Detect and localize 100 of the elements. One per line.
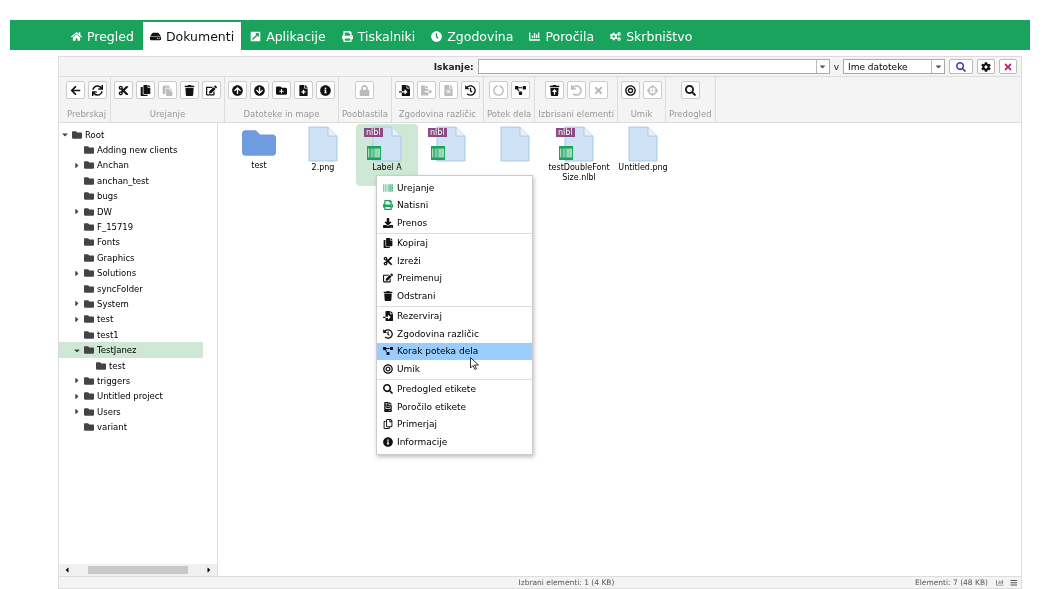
nav-tab[interactable]: Dokumenti (142, 22, 242, 50)
back-button[interactable] (66, 81, 85, 99)
file-item[interactable]: test (228, 124, 290, 186)
folder-icon (84, 329, 94, 340)
menu-item[interactable]: Izreži (377, 252, 532, 270)
search-button[interactable] (680, 81, 700, 99)
file-item[interactable]: 2.png (292, 124, 354, 186)
history-button[interactable] (460, 81, 480, 99)
close-button[interactable] (999, 59, 1017, 74)
tree-label: test (109, 360, 126, 371)
tree-item[interactable]: Users (59, 404, 203, 420)
tree-item[interactable]: Graphics (59, 250, 203, 266)
expand-arrow-icon[interactable] (73, 391, 81, 401)
horizontal-scrollbar[interactable] (59, 564, 217, 576)
menu-item[interactable]: Primerjaj (377, 415, 532, 433)
external-link-icon (250, 30, 262, 42)
menu-item[interactable]: Natisni (377, 196, 532, 214)
expand-arrow-icon[interactable] (73, 314, 81, 324)
tree-item[interactable]: test1 (59, 327, 203, 343)
menu-item[interactable]: Predogled etikete (377, 380, 532, 398)
upload-button[interactable] (228, 81, 247, 99)
tree-item[interactable]: Fonts (59, 234, 203, 251)
menu-item[interactable]: Kopiraj (377, 234, 532, 252)
settings-button[interactable] (977, 59, 995, 74)
tree-item[interactable]: DW (59, 203, 203, 220)
workflow-button[interactable] (510, 81, 530, 99)
folder-icon (84, 237, 94, 248)
toolbar-group-label: Zgodovina različic (398, 109, 477, 119)
tree-item[interactable]: test (59, 357, 203, 374)
expand-arrow-icon[interactable] (73, 407, 81, 417)
cut-icon (118, 84, 129, 96)
target-icon (625, 84, 637, 96)
file-item[interactable]: nlbl testDoubleFontSize.nlbl (548, 124, 610, 186)
tree-item[interactable]: System (59, 296, 203, 312)
tree-item[interactable]: test (59, 311, 203, 328)
toolbar-group-label: Prebrskaj (66, 109, 107, 119)
menu-item[interactable]: Odstrani (377, 287, 532, 305)
menu-item[interactable]: Poročilo etikete (377, 398, 532, 416)
tree-label: syncFolder (97, 283, 143, 294)
file-in-button[interactable] (394, 81, 414, 99)
tree-item[interactable]: Root (59, 127, 203, 143)
tree-item[interactable]: Untitled project (59, 388, 203, 405)
new-folder-button[interactable] (272, 81, 291, 99)
tree-item[interactable]: TestJanez (59, 342, 203, 358)
barcode-icon (559, 146, 573, 160)
toolbar-group-label: Predogled (669, 109, 712, 119)
copy-button[interactable] (136, 81, 155, 99)
workflow-icon (383, 346, 393, 357)
info-button[interactable] (316, 81, 335, 99)
cut-button[interactable] (114, 81, 133, 99)
home-icon (71, 30, 82, 42)
compare-icon (383, 419, 393, 430)
list-view-icon[interactable] (1009, 578, 1017, 587)
target-button[interactable] (621, 81, 641, 99)
menu-item[interactable]: Prenos (377, 214, 532, 232)
menu-item[interactable]: Rezerviraj (377, 307, 532, 325)
search-icon (383, 384, 393, 395)
expand-arrow-icon[interactable] (73, 207, 81, 217)
scroll-right-icon[interactable] (205, 566, 213, 574)
folder-icon (96, 360, 106, 371)
refresh-button[interactable] (88, 81, 107, 99)
expand-arrow-icon[interactable] (73, 299, 81, 309)
folder-icon (84, 145, 94, 156)
tree-item[interactable]: variant (59, 419, 203, 435)
settings-icon (981, 61, 991, 72)
tree-label: Anchan (97, 160, 129, 171)
scroll-left-icon[interactable] (63, 566, 71, 574)
menu-item[interactable]: Informacije (377, 433, 532, 451)
new-file-button[interactable] (294, 81, 313, 99)
menu-item[interactable]: Umik (377, 360, 532, 378)
expand-arrow-icon[interactable] (73, 160, 81, 170)
download-icon (383, 217, 393, 228)
tree-item[interactable]: Solutions (59, 265, 203, 281)
scope-dropdown[interactable]: Ime datoteke (843, 59, 945, 74)
tree-label: System (97, 299, 129, 309)
expand-arrow-icon[interactable] (73, 376, 81, 386)
tree-item[interactable]: Anchan (59, 157, 203, 174)
download-button[interactable] (250, 81, 269, 99)
search-button[interactable] (949, 59, 973, 74)
folder-icon (84, 299, 94, 309)
tree-item[interactable]: bugs (59, 188, 203, 204)
file-item[interactable]: Untitled.png (612, 124, 674, 186)
tree-item[interactable]: syncFolder (59, 280, 203, 297)
tree-item[interactable]: anchan_test (59, 173, 203, 189)
menu-item[interactable]: Korak poteka dela (377, 342, 532, 360)
edit-button[interactable] (202, 81, 221, 99)
delete-button[interactable] (180, 81, 199, 99)
tree-label: anchan_test (97, 175, 149, 186)
menu-item[interactable]: Preimenuj (377, 269, 532, 287)
tree-item[interactable]: triggers (59, 373, 203, 389)
search-field[interactable] (477, 59, 830, 74)
refresh-icon (92, 84, 103, 96)
expand-arrow-icon[interactable] (73, 268, 81, 278)
tree-label: bugs (97, 191, 118, 202)
restore-button[interactable] (544, 81, 564, 99)
menu-item[interactable]: Zgodovina različic (377, 325, 532, 343)
tree-item[interactable]: Adding new clients (59, 142, 203, 158)
toolbar-group-label: Pooblastila (342, 109, 388, 119)
dropdown-arrow-icon (818, 62, 828, 71)
tree-item[interactable]: F_15719 (59, 219, 203, 235)
